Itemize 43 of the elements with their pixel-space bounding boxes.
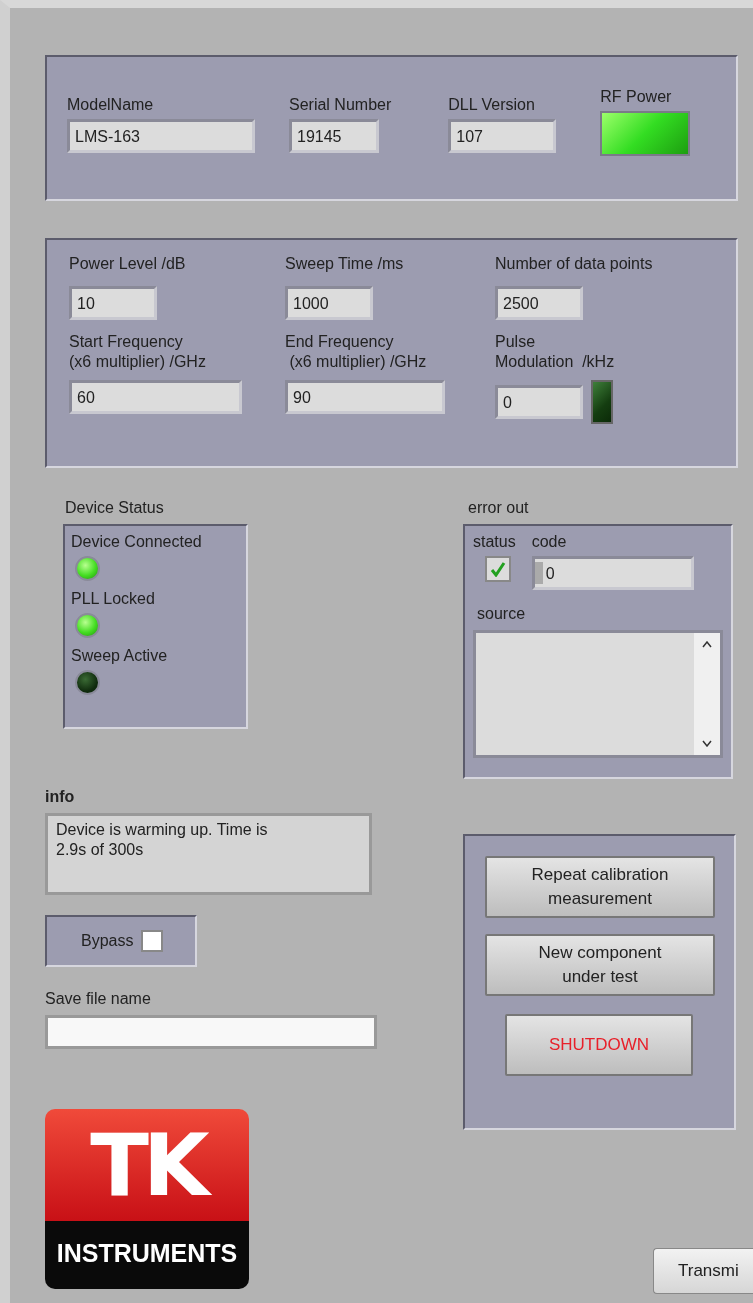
setting-field: 0 [495, 385, 583, 419]
check-icon [490, 561, 506, 577]
bypass-checkbox[interactable] [141, 930, 164, 952]
rf-power-label: RF Power [600, 87, 673, 107]
scroll-down-icon[interactable] [702, 740, 712, 747]
logo-text: INSTRUMENTS [45, 1221, 249, 1289]
logo-text: TK [45, 1109, 249, 1221]
serial-number-label: Serial Number [289, 95, 392, 115]
device-status-label: Device Status [65, 498, 165, 518]
indicator-label: Sweep Active [71, 646, 169, 666]
transmit-button[interactable]: Transmi [653, 1248, 753, 1294]
source-label: source [477, 604, 527, 624]
error-out-label: error out [468, 498, 530, 518]
setting-field: 10 [69, 286, 157, 320]
code-label: code [531, 532, 568, 552]
setting-label: Sweep Time /ms [285, 254, 405, 274]
indicator-label: PLL Locked [71, 589, 156, 609]
increment-icon [534, 562, 543, 584]
setting-field: 1000 [285, 286, 373, 320]
setting-label: Start Frequency (x6 multiplier) /GHz [69, 332, 207, 372]
bypass-label: Bypass [81, 931, 134, 951]
action-button[interactable]: New component under test [485, 934, 715, 996]
setting-field: 2500 [495, 286, 583, 320]
dll-version-field: 107 [448, 119, 557, 153]
model-name-field: LMS-163 [67, 119, 255, 153]
dll-version-label: DLL Version [448, 95, 536, 115]
save-file-label: Save file name [45, 989, 152, 1009]
setting-label: Power Level /dB [69, 254, 187, 274]
scroll-up-icon[interactable] [702, 641, 712, 648]
setting-label: Pulse Modulation /kHz [495, 332, 616, 372]
action-button[interactable]: Repeat calibration measurement [485, 856, 715, 918]
setting-field: 90 [285, 380, 445, 414]
setting-field: 60 [69, 380, 242, 414]
info-text: Device is warming up. Time is 2.9s of 300s [45, 813, 372, 895]
indicator-label: Device Connected [71, 532, 203, 552]
serial-number-field: 19145 [289, 119, 379, 153]
info-label: info [45, 787, 76, 807]
setting-label: End Frequency (x6 multiplier) /GHz [285, 332, 428, 372]
setting-label: Number of data points [495, 254, 654, 274]
code-value: 0 [545, 564, 555, 584]
status-label: status [473, 532, 516, 552]
save-file-field[interactable] [45, 1015, 377, 1049]
model-name-label: ModelName [67, 95, 155, 115]
